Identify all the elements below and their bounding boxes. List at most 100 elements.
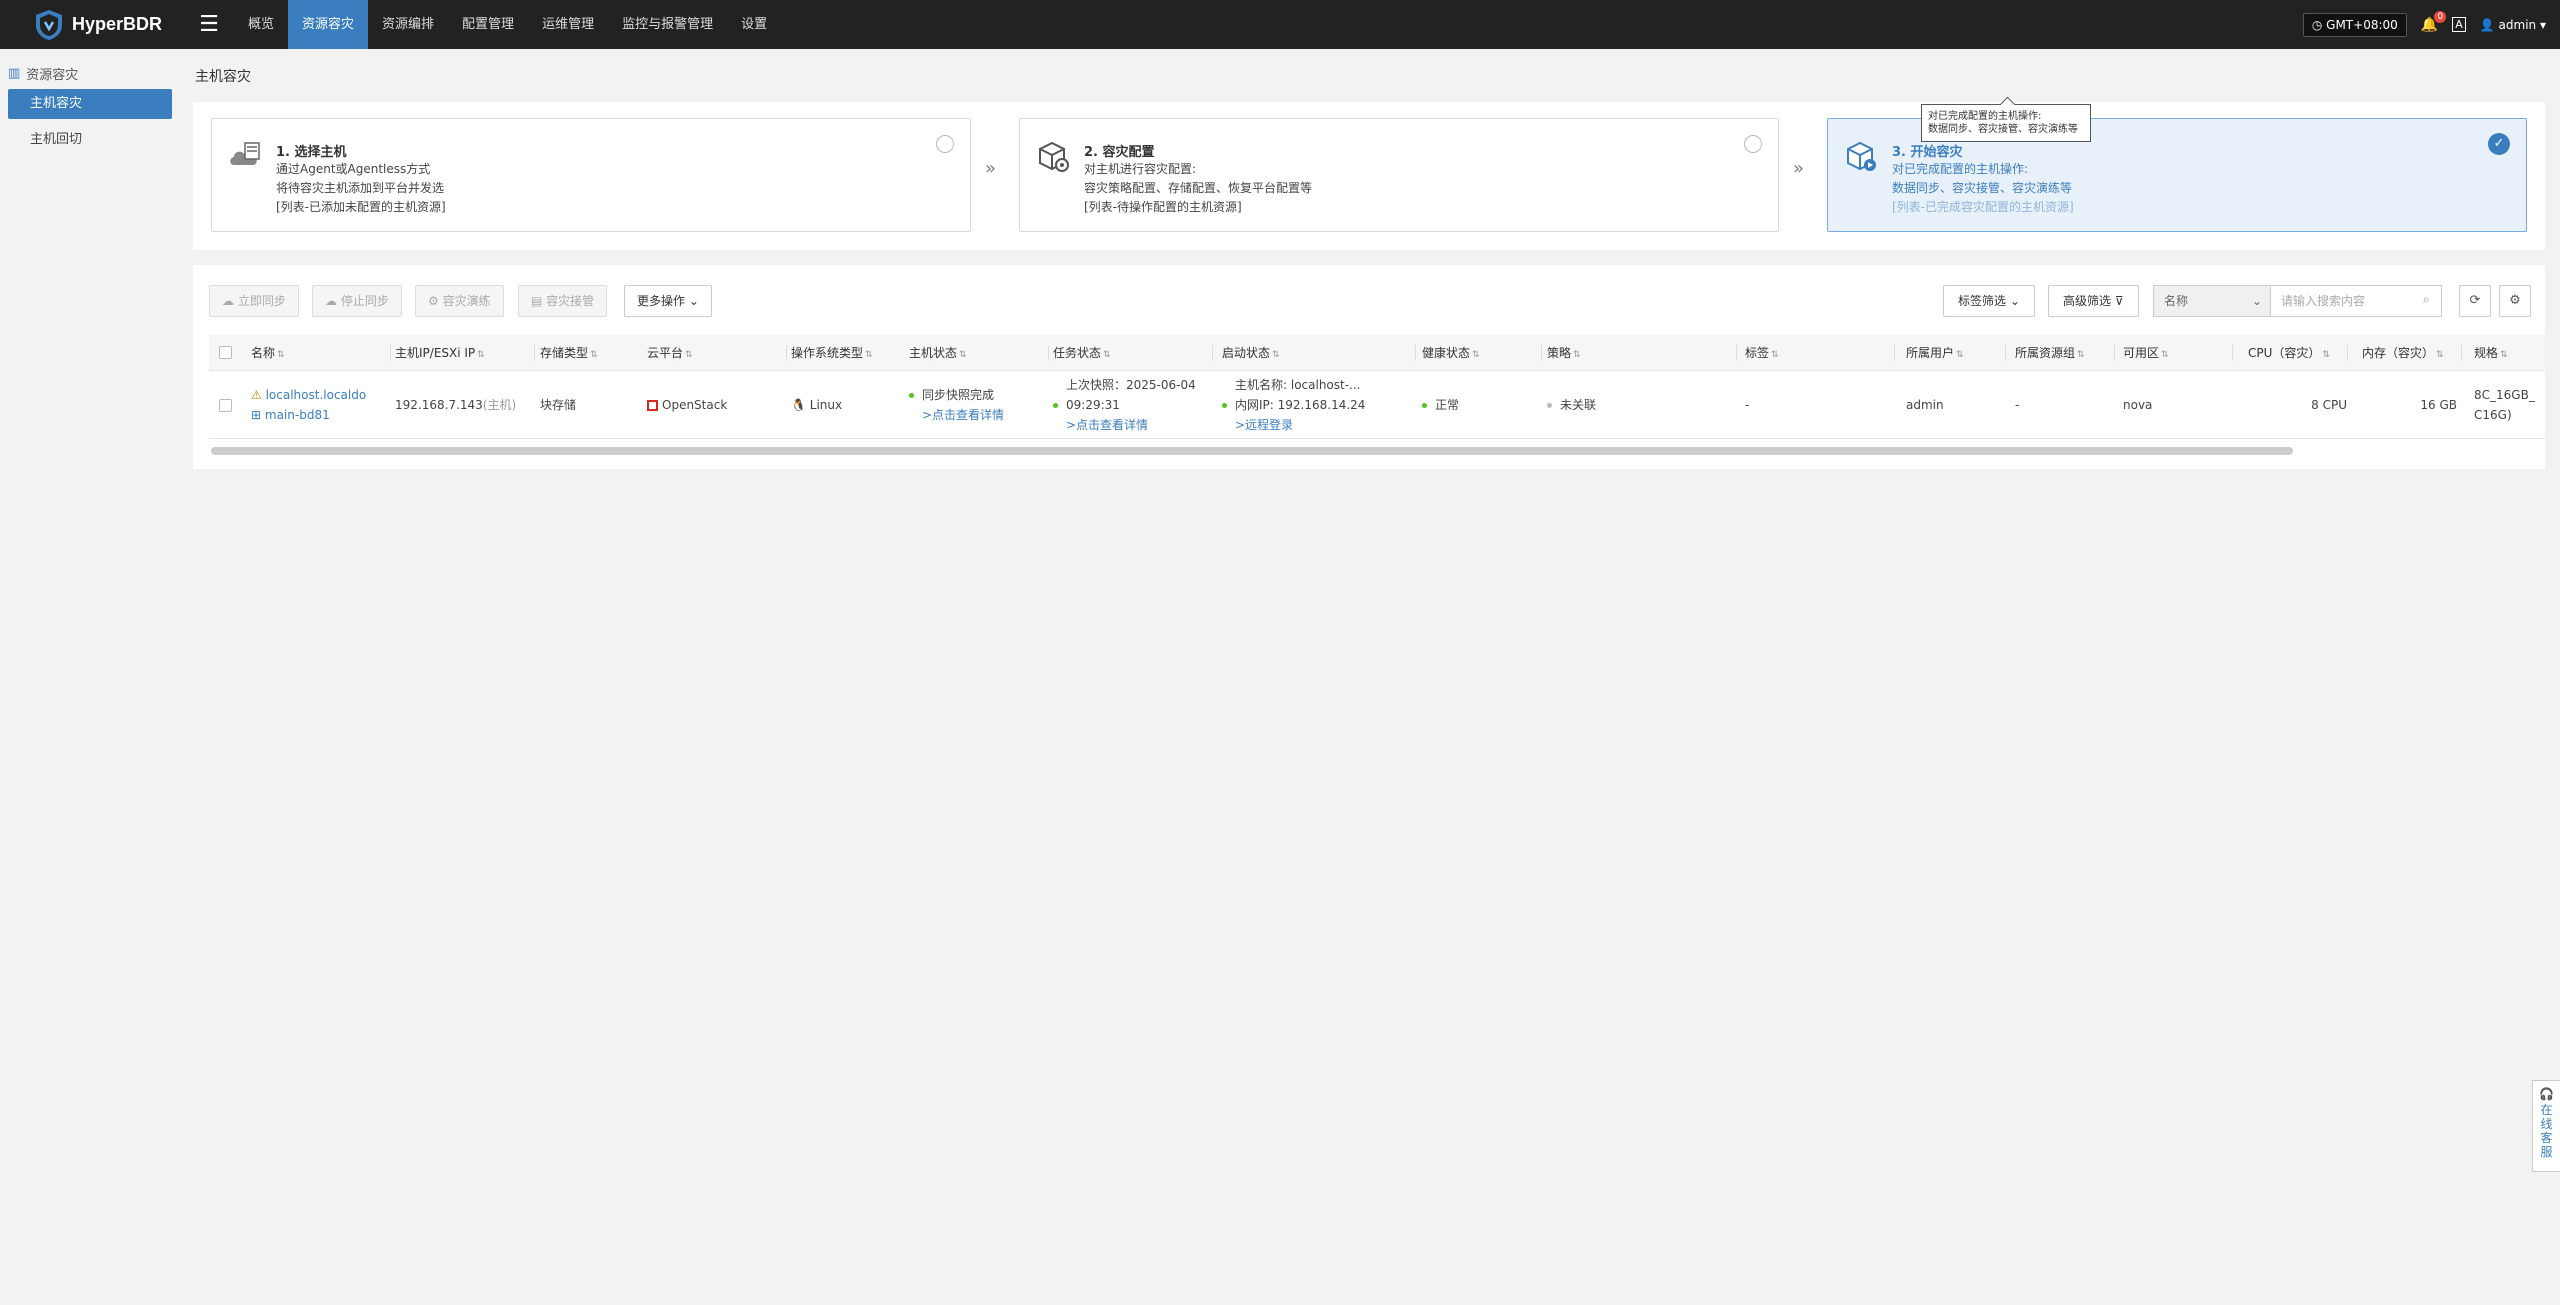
nav-settings[interactable]: 设置 <box>727 0 781 49</box>
column-label: 操作系统类型 <box>791 346 864 360</box>
sidebar-group-resource-dr[interactable]: ▥ 资源容灾 <box>0 63 180 83</box>
step-desc: 通过Agent或Agentless方式 <box>276 162 431 176</box>
nav-resource-dr[interactable]: 资源容灾 <box>288 0 369 49</box>
cpu-cell: 8 CPU <box>2311 398 2347 412</box>
host-status-cell: 同步快照完成 >点击查看详情 <box>909 385 1004 425</box>
host-name-cell[interactable]: ⚠ localhost.localdo ⊞ main-bd81 <box>251 385 366 425</box>
step-desc: 数据同步、容灾接管、容灾演练等 <box>1892 181 2073 195</box>
menu-toggle-icon[interactable]: ☰ <box>194 12 224 37</box>
host-table-card: ☁ 立即同步 ☁ 停止同步 ⚙ 容灾演练 ▤ 容灾接管 更多操作 ⌄ 标签筛选 … <box>193 265 2545 469</box>
column-header[interactable]: 可用区 ⇅ <box>2123 335 2233 371</box>
step-dr-config[interactable]: 2. 容灾配置 对主机进行容灾配置: 容灾策略配置、存储配置、恢复平台配置等 [… <box>1019 118 1779 232</box>
user-menu[interactable]: 👤 admin ▾ <box>2480 18 2546 32</box>
dr-drill-button[interactable]: ⚙ 容灾演练 <box>415 285 504 317</box>
spec-line: C16G) <box>2474 408 2512 422</box>
column-label: 策略 <box>1547 346 1572 360</box>
column-label: 主机状态 <box>909 346 958 360</box>
select-value: 名称 <box>2164 294 2189 308</box>
button-label: 容灾接管 <box>546 294 595 308</box>
column-header[interactable]: 标签 ⇅ <box>1745 335 1895 371</box>
check-icon[interactable]: ✓ <box>2488 133 2510 155</box>
logo[interactable]: HyperBDR <box>0 0 180 49</box>
owner-cell: admin <box>1906 398 1944 412</box>
column-header[interactable]: 主机IP/ESXi IP ⇅ <box>395 335 535 371</box>
bell-icon[interactable]: 🔔 0 <box>2421 10 2447 33</box>
step-desc: 对主机进行容灾配置: <box>1084 162 1197 176</box>
search-icon[interactable]: ⌕ <box>2423 292 2430 307</box>
button-label: 更多操作 <box>637 294 686 308</box>
column-label: 主机IP/ESXi IP <box>395 346 476 360</box>
user-name: admin <box>2498 17 2537 32</box>
search-input[interactable] <box>2270 285 2442 317</box>
column-label: 健康状态 <box>1422 346 1471 360</box>
storage-type-cell: 块存储 <box>540 398 577 412</box>
spec-cell: 8C_16GB_ C16G) <box>2474 385 2535 425</box>
column-header[interactable]: 名称 ⇅ <box>251 335 391 371</box>
host-status-detail-link[interactable]: >点击查看详情 <box>922 408 1004 422</box>
cloud-stop-icon: ☁ <box>325 294 337 308</box>
timezone-selector[interactable]: ◷ GMT+08:00 <box>2302 12 2407 37</box>
nav-monitoring[interactable]: 监控与报警管理 <box>608 0 727 49</box>
stop-sync-button[interactable]: ☁ 停止同步 <box>312 285 402 317</box>
sidebar-item-host-dr[interactable]: 主机容灾 <box>8 89 172 119</box>
task-detail-link[interactable]: >点击查看详情 <box>1066 418 1148 432</box>
column-label: 任务状态 <box>1053 346 1102 360</box>
refresh-icon[interactable]: ⟳ <box>2459 285 2491 317</box>
advanced-filter-button[interactable]: 高级筛选 ⊽ <box>2048 285 2139 317</box>
column-header[interactable]: 健康状态 ⇅ <box>1422 335 1542 371</box>
column-header[interactable]: 所属用户 ⇅ <box>1906 335 2006 371</box>
box-play-icon <box>1847 141 1876 171</box>
tooltip: 对已完成配置的主机操作: 数据同步、容灾接管、容灾演练等 <box>1921 104 2091 142</box>
status-dot <box>1547 403 1552 408</box>
column-header[interactable]: 主机状态 ⇅ <box>909 335 1049 371</box>
step-desc: [列表-已完成容灾配置的主机资源] <box>1892 200 2074 214</box>
page-title: 主机容灾 <box>195 69 251 85</box>
cloud-platform-cell: OpenStack <box>647 395 727 415</box>
select-all-checkbox[interactable] <box>219 346 232 359</box>
table-row[interactable]: ⚠ localhost.localdo ⊞ main-bd81 192.168.… <box>209 371 2545 439</box>
step-title: 1. 选择主机 <box>276 145 347 160</box>
step-select-host[interactable]: 1. 选择主机 通过Agent或Agentless方式 将待容灾主机添加到平台并… <box>211 118 971 232</box>
tag-cell: - <box>1745 398 1750 412</box>
sidebar-group-label: 资源容灾 <box>26 67 79 83</box>
health-status: 正常 <box>1435 398 1460 412</box>
button-label: 标签筛选 <box>1958 294 2007 308</box>
step-desc: 将待容灾主机添加到平台并发选 <box>276 181 445 195</box>
column-header[interactable]: 策略 ⇅ <box>1547 335 1737 371</box>
header-tools: ◷ GMT+08:00 🔔 0 A 👤 admin ▾ <box>2302 0 2546 49</box>
gear-icon[interactable]: ⚙ <box>2499 285 2531 317</box>
step-radio[interactable] <box>936 135 954 153</box>
nav-overview[interactable]: 概览 <box>234 0 288 49</box>
host-name-link[interactable]: localhost.localdo <box>266 388 367 402</box>
remote-login-link[interactable]: >远程登录 <box>1235 418 1293 432</box>
button-label: 容灾演练 <box>442 294 491 308</box>
table-header: 名称 ⇅ 主机IP/ESXi IP ⇅ 存储类型 ⇅ 云平台 ⇅ 操作系统类型 ⇅ 主机状… <box>209 335 2545 371</box>
column-label: 存储类型 <box>540 346 589 360</box>
more-actions-button[interactable]: 更多操作 ⌄ <box>624 285 712 317</box>
online-service-button[interactable]: 🎧 在线客服 <box>2532 1080 2560 1172</box>
chevron-down-icon: ⌄ <box>2251 294 2262 308</box>
nav-orchestration[interactable]: 资源编排 <box>368 0 448 49</box>
status-dot <box>1053 403 1058 408</box>
brand-name: HyperBDR <box>72 14 163 34</box>
column-header[interactable]: 任务状态 ⇅ <box>1053 335 1213 371</box>
column-header[interactable]: 启动状态 ⇅ <box>1222 335 1416 371</box>
column-header[interactable]: 规格 ⇅ <box>2474 335 2544 371</box>
host-name-link[interactable]: main-bd81 <box>265 408 330 422</box>
search-field-select[interactable]: 名称 ⌄ <box>2153 285 2271 317</box>
tag-filter-button[interactable]: 标签筛选 ⌄ <box>1943 285 2035 317</box>
sidebar-item-host-failback[interactable]: 主机回切 <box>8 125 172 155</box>
nav-config[interactable]: 配置管理 <box>448 0 528 49</box>
nav-ops[interactable]: 运维管理 <box>528 0 608 49</box>
step-radio[interactable] <box>1744 135 1762 153</box>
column-label: 标签 <box>1745 346 1770 360</box>
row-checkbox[interactable] <box>219 399 232 412</box>
column-header[interactable]: 云平台 ⇅ <box>647 335 787 371</box>
column-header[interactable]: 内存（容灾） ⇅ <box>2362 335 2462 371</box>
column-header[interactable]: CPU（容灾） ⇅ <box>2248 335 2348 371</box>
dr-takeover-button[interactable]: ▤ 容灾接管 <box>518 285 608 317</box>
sync-now-button[interactable]: ☁ 立即同步 <box>209 285 299 317</box>
language-icon[interactable]: A <box>2452 17 2466 32</box>
horizontal-scrollbar[interactable] <box>211 447 2293 455</box>
column-header[interactable]: 所属资源组 ⇅ <box>2015 335 2115 371</box>
